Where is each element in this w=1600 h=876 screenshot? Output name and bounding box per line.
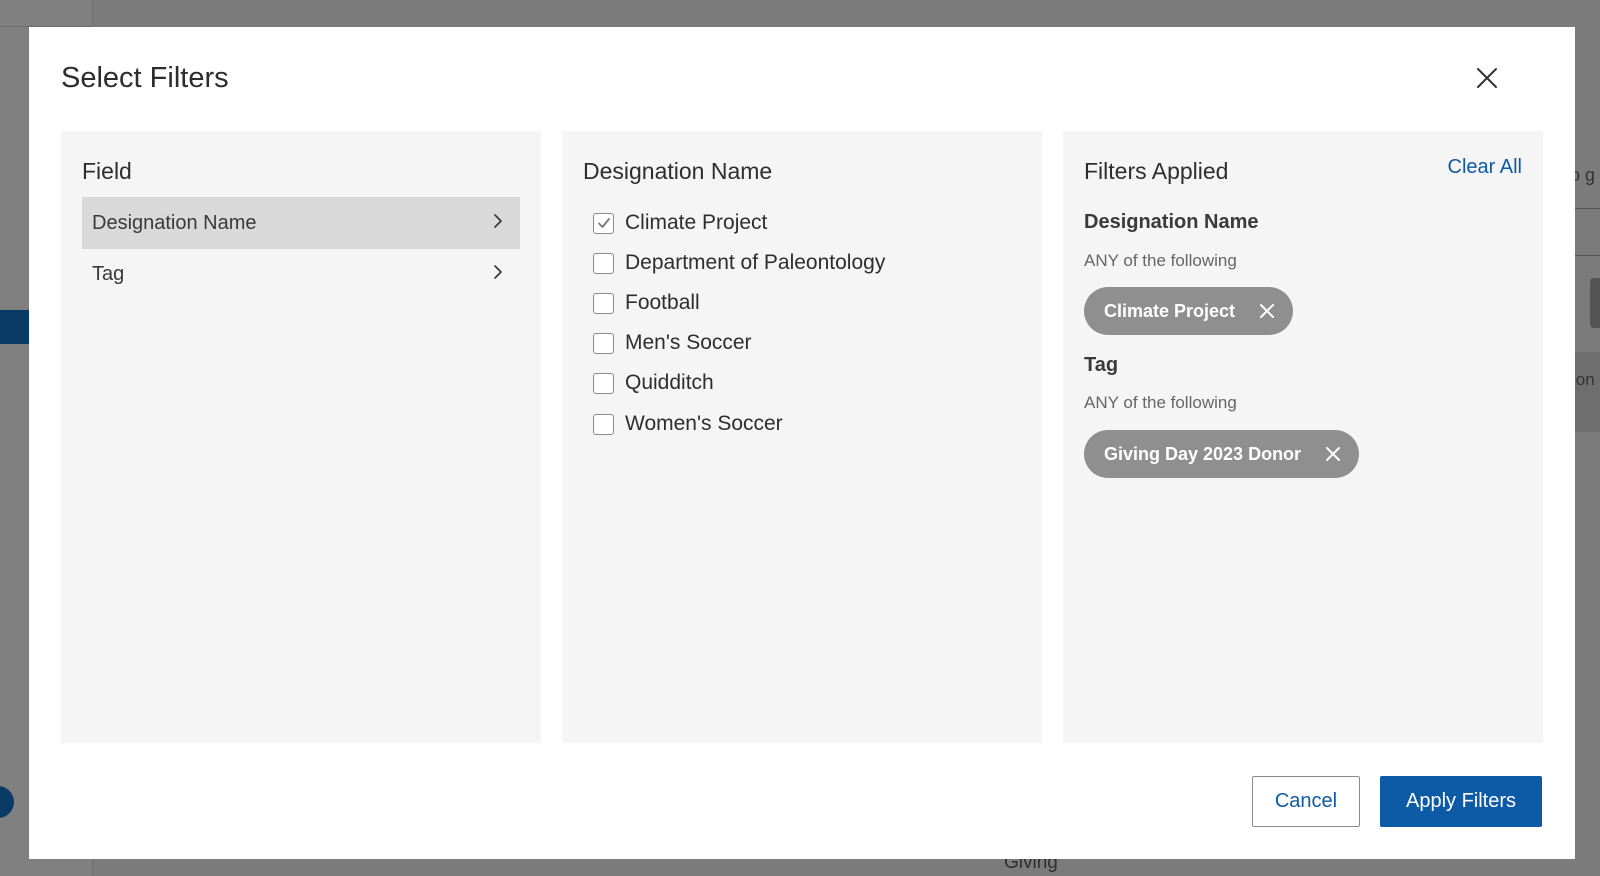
checkbox[interactable]: [593, 413, 614, 435]
chip-label: Climate Project: [1104, 300, 1236, 321]
option-label: Women's Soccer: [625, 412, 783, 435]
checkbox[interactable]: [593, 372, 614, 394]
option-football[interactable]: Football: [593, 289, 700, 317]
option-womens-soccer[interactable]: Women's Soccer: [593, 410, 783, 438]
values-heading: Designation Name: [583, 158, 773, 184]
checkbox[interactable]: [593, 212, 614, 234]
checkbox[interactable]: [593, 252, 614, 274]
field-item-label: Designation Name: [92, 211, 257, 234]
cancel-button[interactable]: Cancel: [1252, 776, 1360, 827]
remove-chip-icon[interactable]: [1259, 303, 1275, 319]
checkbox[interactable]: [593, 332, 614, 354]
filter-chip: Giving Day 2023 Donor: [1084, 430, 1360, 478]
field-item-label: Tag: [92, 262, 125, 285]
field-item-designation-name[interactable]: Designation Name: [82, 197, 520, 249]
option-quidditch[interactable]: Quidditch: [593, 369, 714, 397]
values-column: Designation Name Climate Project Departm…: [562, 131, 1042, 743]
checkmark-icon: [597, 218, 610, 228]
applied-group-title: Designation Name: [1084, 211, 1259, 233]
dialog-title: Select Filters: [61, 62, 229, 94]
background-button: [1590, 278, 1600, 328]
applied-group-subtitle: ANY of the following: [1084, 251, 1237, 270]
applied-group-title: Tag: [1084, 354, 1119, 376]
option-climate-project[interactable]: Climate Project: [593, 209, 767, 237]
background-text: ion: [1572, 370, 1595, 389]
filters-applied-column: Filters Applied Clear All Designation Na…: [1063, 131, 1543, 743]
option-label: Quidditch: [625, 371, 714, 394]
field-column: Field Designation Name Tag: [61, 131, 541, 743]
clear-all-link[interactable]: Clear All: [1448, 156, 1522, 179]
option-label: Football: [625, 291, 700, 314]
filter-chip: Climate Project: [1084, 287, 1294, 335]
option-department-of-paleontology[interactable]: Department of Paleontology: [593, 249, 885, 277]
option-label: Climate Project: [625, 211, 768, 234]
option-label: Men's Soccer: [625, 331, 752, 354]
option-mens-soccer[interactable]: Men's Soccer: [593, 329, 752, 357]
field-heading: Field: [82, 158, 132, 184]
apply-filters-button[interactable]: Apply Filters: [1380, 776, 1542, 827]
filters-applied-heading: Filters Applied: [1084, 158, 1229, 184]
field-item-tag[interactable]: Tag: [82, 248, 520, 300]
select-filters-dialog: Select Filters Field Designation Name Ta…: [29, 27, 1575, 859]
checkbox[interactable]: [593, 292, 614, 314]
close-icon[interactable]: [1472, 63, 1502, 93]
background-nav-highlight: [0, 310, 30, 344]
option-label: Department of Paleontology: [625, 251, 886, 274]
chevron-right-icon: [494, 214, 502, 228]
applied-group-subtitle: ANY of the following: [1084, 393, 1237, 412]
remove-chip-icon[interactable]: [1325, 446, 1341, 462]
chevron-right-icon: [494, 265, 502, 279]
chip-label: Giving Day 2023 Donor: [1104, 443, 1302, 464]
